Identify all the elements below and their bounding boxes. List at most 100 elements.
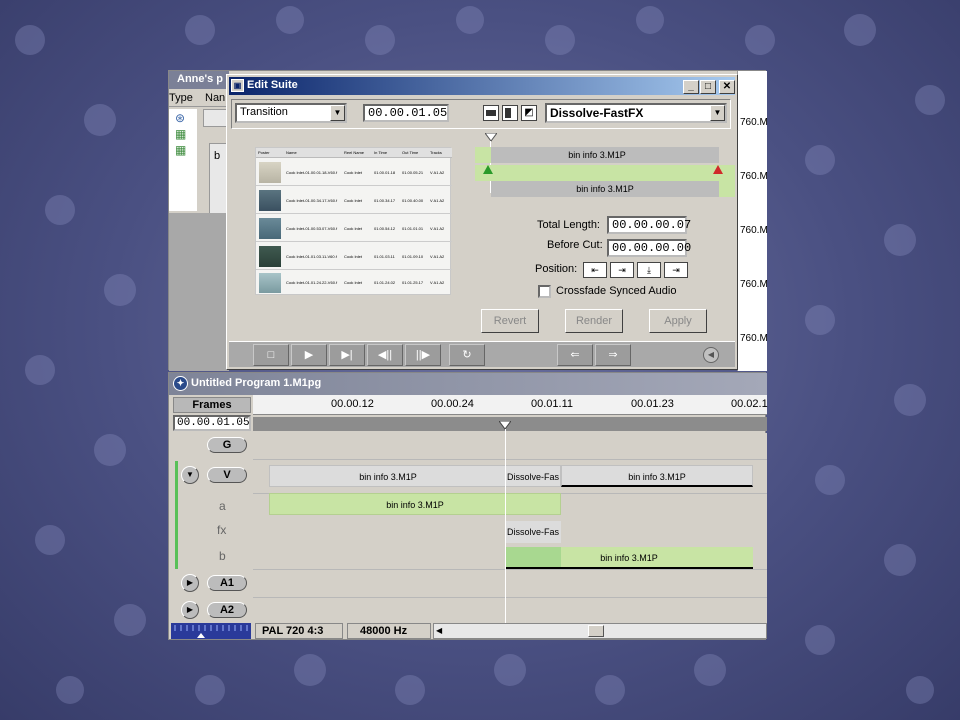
track-headers bbox=[169, 433, 253, 625]
program-title: Untitled Program 1.M1pg bbox=[191, 377, 322, 389]
time-ruler[interactable]: 00.00.12 00.00.24 00.01.11 00.01.23 00.0… bbox=[253, 395, 768, 415]
edit-suite-titlebar[interactable]: ▣ Edit Suite _ □ ✕ bbox=[229, 77, 735, 95]
revert-button[interactable]: Revert bbox=[481, 309, 539, 333]
position-label: Position: bbox=[535, 263, 578, 275]
position-center-icon[interactable]: ⤓ bbox=[637, 262, 661, 278]
project-gutter bbox=[169, 213, 229, 371]
preview-track-bottom: bin info 3.M1P bbox=[491, 181, 735, 197]
end-marker-icon[interactable] bbox=[713, 165, 723, 175]
program-titlebar[interactable]: ✦ Untitled Program 1.M1pg bbox=[169, 373, 767, 395]
split-icon[interactable] bbox=[502, 105, 518, 121]
audio-status: 48000 Hz bbox=[347, 623, 431, 639]
bin-icon: ⊛ bbox=[175, 111, 186, 125]
track-a2-button[interactable]: A2 bbox=[207, 602, 247, 618]
ruler-tick: 00.02.1 bbox=[731, 398, 768, 410]
v-clip-left[interactable]: bin info 3.M1P bbox=[269, 465, 507, 487]
chevron-down-icon[interactable]: ▼ bbox=[710, 105, 725, 121]
crossfade-checkbox[interactable] bbox=[538, 285, 551, 298]
next-edit-icon[interactable]: ||▶ bbox=[405, 344, 441, 366]
bin-tab[interactable] bbox=[203, 109, 227, 127]
monitor-icon[interactable] bbox=[483, 105, 499, 121]
frames-button[interactable]: Frames bbox=[173, 397, 251, 413]
preview-bottom-label: bin info 3.M1P bbox=[576, 184, 634, 194]
position-left-icon[interactable]: ⇤ bbox=[583, 262, 607, 278]
col-name[interactable]: Nan bbox=[205, 92, 225, 104]
ruler-tick: 00.01.23 bbox=[631, 398, 674, 410]
project-window-title[interactable]: Anne's p bbox=[169, 71, 229, 89]
zoom-slider[interactable] bbox=[171, 623, 251, 639]
clip-thumbnail-table: Poster Name Reel Name In Time Out Time T… bbox=[255, 147, 452, 295]
position-right-icon[interactable]: ⇥ bbox=[664, 262, 688, 278]
apply-button[interactable]: Apply bbox=[649, 309, 707, 333]
poster-thumb bbox=[259, 162, 281, 183]
loop-icon[interactable]: ↻ bbox=[449, 344, 485, 366]
playhead-line bbox=[505, 429, 506, 625]
next-frame-icon[interactable]: ▶| bbox=[329, 344, 365, 366]
expand-a1-icon[interactable]: ▶ bbox=[181, 574, 199, 592]
page-icon[interactable]: ◩ bbox=[521, 105, 537, 121]
v-clip-right[interactable]: bin info 3.M1P bbox=[561, 465, 753, 487]
maximize-icon[interactable]: □ bbox=[700, 80, 716, 94]
preview-transition bbox=[475, 165, 735, 181]
ruler-tick: 00.01.11 bbox=[531, 398, 574, 410]
field-fragment: b bbox=[214, 150, 221, 162]
prev-edit-icon[interactable]: ◀|| bbox=[367, 344, 403, 366]
poster-thumb bbox=[259, 273, 281, 293]
collapse-v-icon[interactable]: ▼ bbox=[181, 466, 199, 484]
position-center-left-icon[interactable]: ⇥ bbox=[610, 262, 634, 278]
close-icon[interactable]: ✕ bbox=[719, 80, 735, 94]
b-clip[interactable]: bin info 3.M1P bbox=[505, 547, 753, 569]
track-a1-button[interactable]: A1 bbox=[207, 575, 247, 591]
transport-bar: □ ▶ ▶| ◀|| ||▶ ↻ ⇐ ⇒ ◀ bbox=[229, 341, 735, 367]
app-icon: ▣ bbox=[231, 79, 244, 92]
before-cut-field[interactable]: 00.00.00.00 bbox=[607, 239, 691, 257]
poster-thumb bbox=[259, 190, 281, 211]
total-length-label: Total Length: bbox=[537, 219, 600, 231]
thumb-row: Cook Inlet-01.00.34.17-V60.f Cook Inlet 01… bbox=[256, 187, 452, 214]
thumb-table-header: Poster Name Reel Name In Time Out Time T… bbox=[256, 148, 452, 158]
program-icon: ✦ bbox=[173, 376, 188, 391]
mode-select[interactable]: Transition ▼ bbox=[235, 103, 347, 123]
minimize-icon[interactable]: _ bbox=[683, 80, 699, 94]
a-clip[interactable]: bin info 3.M1P bbox=[269, 493, 561, 515]
preview-track-top: bin info 3.M1P bbox=[475, 147, 719, 163]
track-divider bbox=[253, 459, 767, 460]
playhead-marker-icon[interactable] bbox=[484, 132, 498, 143]
fx-clip[interactable]: Dissolve-Fas bbox=[505, 521, 561, 543]
duration-value: 760.M bbox=[740, 225, 768, 236]
trim-left-icon[interactable]: ⇐ bbox=[557, 344, 593, 366]
crossfade-label: Crossfade Synced Audio bbox=[556, 285, 677, 297]
duration-value: 760.M bbox=[740, 171, 768, 182]
duration-value: 760.M bbox=[740, 279, 768, 290]
render-button[interactable]: Render bbox=[565, 309, 623, 333]
right-column: 760.M 760.M 760.M 760.M 760.M bbox=[737, 71, 768, 371]
scroll-thumb[interactable] bbox=[588, 625, 604, 637]
v-transition-clip[interactable]: Dissolve-Fas bbox=[505, 465, 561, 487]
track-b-label: b bbox=[219, 549, 226, 563]
start-marker-icon[interactable] bbox=[483, 165, 493, 175]
trim-right-icon[interactable]: ⇒ bbox=[595, 344, 631, 366]
project-list[interactable]: ⊛ ▦ ▦ bbox=[169, 109, 197, 211]
total-length-field[interactable]: 00.00.00.07 bbox=[607, 216, 691, 234]
program-timecode[interactable]: 00.00.01.05 bbox=[173, 415, 251, 431]
track-g-button[interactable]: G bbox=[207, 437, 247, 453]
col-type[interactable]: Type bbox=[169, 92, 193, 104]
play-icon[interactable]: ▶ bbox=[291, 344, 327, 366]
track-v-button[interactable]: V bbox=[207, 467, 247, 483]
duration-value: 760.M bbox=[740, 333, 768, 344]
track-divider bbox=[253, 569, 767, 570]
scroll-left-icon[interactable]: ◀ bbox=[436, 624, 442, 638]
transition-timecode[interactable]: 00.00.01.05 bbox=[363, 104, 449, 122]
effect-select[interactable]: Dissolve-FastFX ▼ bbox=[545, 103, 727, 123]
effect-value: Dissolve-FastFX bbox=[550, 106, 644, 120]
clip-icon: ▦ bbox=[175, 143, 187, 157]
track-active-indicator bbox=[175, 461, 178, 569]
expand-a2-icon[interactable]: ▶ bbox=[181, 601, 199, 619]
chevron-down-icon[interactable]: ▼ bbox=[330, 105, 345, 121]
rewind-icon[interactable]: ◀ bbox=[703, 347, 719, 363]
thumb-row: Cook Inlet-01.01.24.22-V60.f Cook Inlet 01… bbox=[256, 271, 452, 295]
track-fx-label: fx bbox=[217, 523, 227, 537]
horizontal-scrollbar[interactable]: ◀ bbox=[433, 623, 767, 639]
before-cut-label: Before Cut: bbox=[547, 239, 603, 251]
stop-icon[interactable]: □ bbox=[253, 344, 289, 366]
